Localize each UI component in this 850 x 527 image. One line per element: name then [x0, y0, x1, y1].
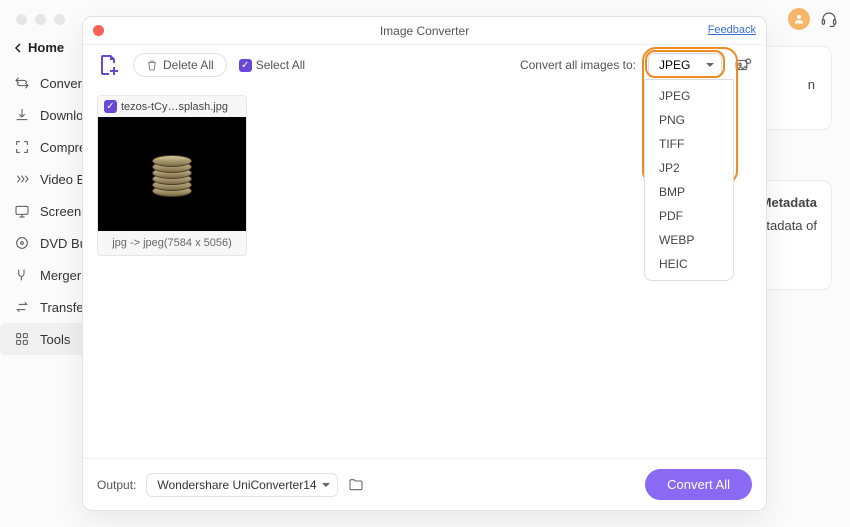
sidebar-item-label: Transfer — [40, 300, 88, 315]
close-button[interactable] — [93, 25, 104, 36]
format-option[interactable]: TIFF — [645, 132, 733, 156]
gear-image-icon — [734, 56, 752, 74]
feedback-link[interactable]: Feedback — [708, 24, 756, 36]
modal-footer: Output: Wondershare UniConverter14 Conve… — [83, 458, 766, 510]
convert-to-label: Convert all images to: — [520, 58, 636, 72]
thumbnail-header: ✓ tezos-tCy…splash.jpg — [98, 96, 246, 117]
image-thumbnail[interactable]: ✓ tezos-tCy…splash.jpg jpg -> jpeg(7584 … — [97, 95, 247, 256]
transfer-icon — [14, 299, 30, 315]
back-label: Home — [28, 40, 64, 55]
folder-icon — [348, 477, 364, 493]
modal-title: Image Converter — [380, 24, 469, 38]
format-option[interactable]: PDF — [645, 204, 733, 228]
delete-all-button[interactable]: Delete All — [133, 53, 227, 77]
delete-all-label: Delete All — [163, 58, 214, 72]
traffic-dot — [16, 14, 27, 25]
select-all-checkbox[interactable]: ✓ Select All — [239, 58, 305, 72]
tools-icon — [14, 331, 30, 347]
dvd-icon — [14, 235, 30, 251]
video-icon — [14, 171, 30, 187]
format-option[interactable]: BMP — [645, 180, 733, 204]
output-location-value: Wondershare UniConverter14 — [157, 478, 316, 492]
compress-icon — [14, 139, 30, 155]
thumbnail-filename: tezos-tCy…splash.jpg — [121, 101, 228, 113]
thumbnail-caption: jpg -> jpeg(7584 x 5056) — [98, 231, 246, 255]
user-avatar[interactable] — [788, 8, 810, 30]
format-option[interactable]: JP2 — [645, 156, 733, 180]
sidebar-item-label: Merger — [40, 268, 81, 283]
person-icon — [793, 13, 805, 25]
open-folder-button[interactable] — [348, 477, 364, 493]
coins-graphic — [152, 151, 192, 197]
trash-icon — [146, 59, 158, 71]
add-file-button[interactable] — [97, 53, 121, 77]
sidebar-item-label: Tools — [40, 332, 70, 347]
traffic-dot — [35, 14, 46, 25]
window-traffic-lights — [16, 14, 65, 25]
output-location-select[interactable]: Wondershare UniConverter14 — [146, 473, 337, 497]
select-all-label: Select All — [256, 58, 305, 72]
format-option[interactable]: PNG — [645, 108, 733, 132]
format-option[interactable]: WEBP — [645, 228, 733, 252]
format-select: JPEG JPEGPNGTIFFJP2BMPPDFWEBPHEIC — [648, 53, 722, 77]
thumbnail-image — [98, 117, 246, 231]
chevron-left-icon — [14, 43, 22, 53]
format-dropdown-menu: JPEGPNGTIFFJP2BMPPDFWEBPHEIC — [644, 79, 734, 281]
merge-icon — [14, 267, 30, 283]
modal-titlebar: Image Converter Feedback — [83, 17, 766, 45]
traffic-dot — [54, 14, 65, 25]
support-icon[interactable] — [820, 10, 838, 28]
download-icon — [14, 107, 30, 123]
convert-all-button[interactable]: Convert All — [645, 469, 752, 500]
output-label: Output: — [97, 478, 136, 492]
checkbox-checked-icon: ✓ — [239, 59, 252, 72]
format-option[interactable]: JPEG — [645, 84, 733, 108]
checkbox-checked-icon[interactable]: ✓ — [104, 100, 117, 113]
format-option[interactable]: HEIC — [645, 252, 733, 276]
add-file-icon — [97, 53, 121, 77]
image-converter-window: Image Converter Feedback Delete All ✓ Se… — [82, 16, 767, 511]
convert-icon — [14, 75, 30, 91]
format-selected: JPEG — [659, 58, 690, 72]
output-settings-button[interactable] — [734, 56, 752, 74]
toolbar: Delete All ✓ Select All Convert all imag… — [83, 45, 766, 85]
format-dropdown-button[interactable]: JPEG — [648, 53, 722, 77]
screen-icon — [14, 203, 30, 219]
obscured-text: n — [808, 77, 815, 92]
